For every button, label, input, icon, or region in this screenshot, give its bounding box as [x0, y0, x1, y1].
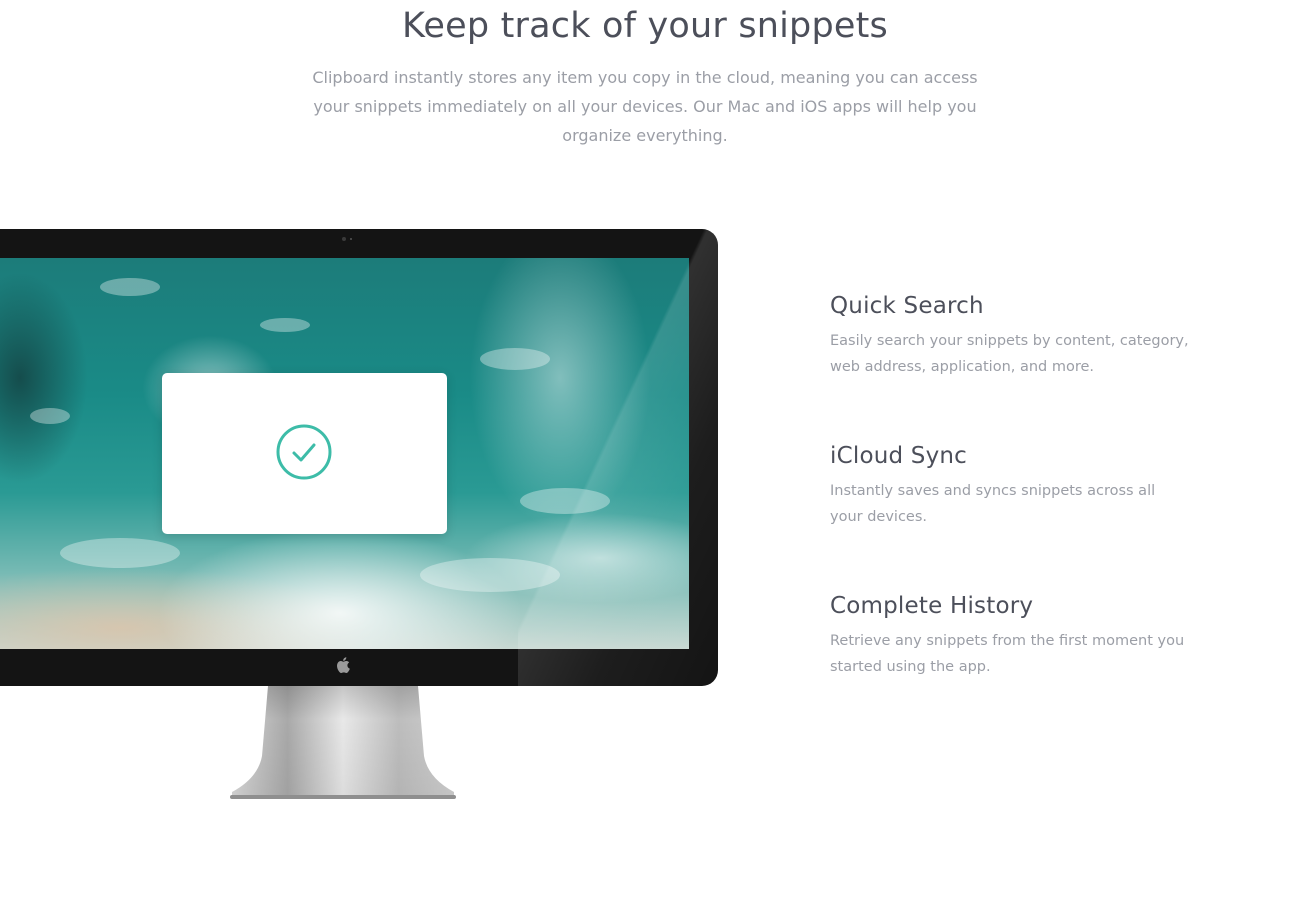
section-title: Keep track of your snippets: [402, 6, 888, 46]
camera-sensor: [350, 238, 352, 240]
apple-logo-icon: [337, 657, 350, 673]
feature-icloud-sync: iCloud Sync Instantly saves and syncs sn…: [830, 442, 1190, 530]
feature-quick-search: Quick Search Easily search your snippets…: [830, 292, 1190, 380]
feature-title: iCloud Sync: [830, 443, 968, 469]
feature-description: Easily search your snippets by content, …: [830, 333, 1189, 375]
feature-title: Quick Search: [830, 293, 984, 319]
checkmark-circle-icon: [276, 424, 332, 480]
section-description: Clipboard instantly stores any item you …: [312, 68, 978, 145]
feature-complete-history: Complete History Retrieve any snippets f…: [830, 592, 1190, 680]
success-dialog: [162, 373, 447, 534]
imac-stand: [230, 686, 456, 799]
screen-glare: [518, 229, 718, 686]
feature-title: Complete History: [830, 593, 1034, 619]
feature-description: Retrieve any snippets from the first mom…: [830, 633, 1185, 675]
imac-monitor: [0, 229, 718, 686]
feature-description: Instantly saves and syncs snippets acros…: [830, 483, 1156, 525]
camera-icon: [342, 237, 346, 241]
